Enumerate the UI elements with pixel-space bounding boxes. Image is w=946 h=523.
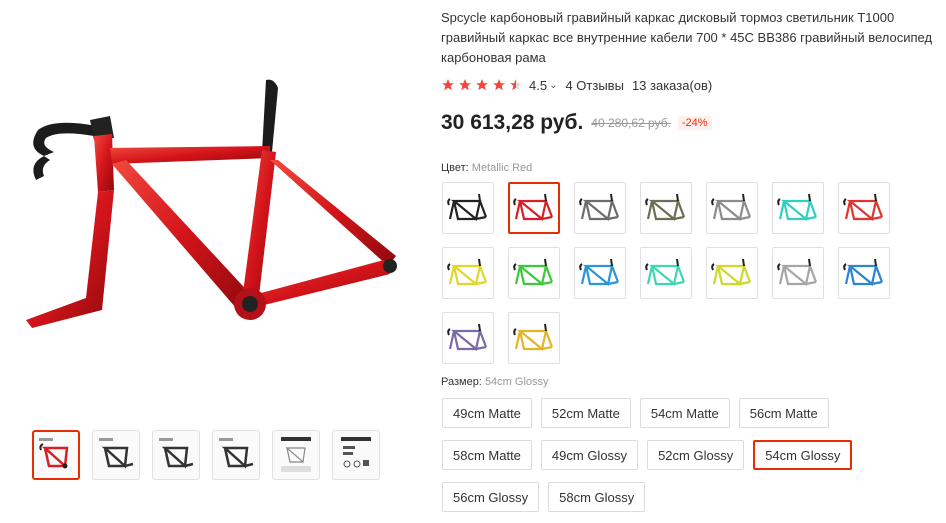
star-icon	[493, 79, 505, 91]
thumbnail-black-frame-1[interactable]	[92, 430, 140, 480]
color-swatch-black[interactable]	[442, 182, 494, 234]
color-swatch-green[interactable]	[508, 247, 560, 299]
color-swatch-blue[interactable]	[574, 247, 626, 299]
frame-icon	[513, 323, 554, 351]
frame-icon	[711, 258, 752, 286]
frame-icon	[447, 323, 488, 351]
color-swatch-turquoise[interactable]	[772, 182, 824, 234]
frame-icon	[447, 258, 488, 286]
color-label: Цвет: Metallic Red	[441, 162, 532, 174]
frame-icon	[579, 258, 620, 286]
color-swatch-yellow[interactable]	[442, 247, 494, 299]
size-option-56cm-matte[interactable]: 56cm Matte	[738, 398, 829, 428]
half-star-icon	[510, 79, 522, 91]
frame-icon	[447, 193, 488, 221]
size-option-52cm-glossy[interactable]: 52cm Glossy	[647, 440, 745, 470]
size-label-text: Размер:	[441, 376, 482, 388]
current-price: 30 613,28 руб.	[441, 111, 584, 134]
size-option-52cm-matte[interactable]: 52cm Matte	[540, 398, 631, 428]
black-frame-icon	[219, 438, 254, 469]
red-frame-icon	[39, 438, 69, 469]
frame-icon	[513, 258, 554, 286]
product-info: Spcycle карбоновый гравийный каркас диск…	[441, 8, 941, 136]
frame-icon	[777, 193, 818, 221]
rating-stars	[441, 78, 523, 92]
main-product-image[interactable]	[14, 60, 408, 360]
color-label-text: Цвет:	[441, 162, 469, 174]
geometry-doc-icon	[281, 437, 311, 472]
size-option-54cm-glossy[interactable]: 54cm Glossy	[753, 440, 853, 470]
chevron-down-icon[interactable]: ⌄	[549, 80, 557, 91]
star-icon	[476, 79, 488, 91]
color-swatch-sky-blue[interactable]	[838, 247, 890, 299]
black-frame-icon	[99, 438, 134, 469]
frame-icon	[843, 193, 884, 221]
product-title: Spcycle карбоновый гравийный каркас диск…	[441, 10, 933, 65]
size-option-49cm-matte[interactable]: 49cm Matte	[442, 398, 532, 428]
frame-icon	[579, 193, 620, 221]
color-swatch-silver[interactable]	[706, 182, 758, 234]
color-swatches	[442, 182, 902, 364]
thumbnail-accessories-sheet[interactable]	[332, 430, 380, 480]
discount-badge: -24%	[677, 116, 712, 130]
frame-icon	[513, 193, 554, 221]
thumbnail-red-frame[interactable]	[32, 430, 80, 480]
color-swatch-purple[interactable]	[442, 312, 494, 364]
color-swatch-gray[interactable]	[574, 182, 626, 234]
price-row: 30 613,28 руб. 40 280,62 руб. -24%	[441, 110, 941, 136]
size-option-49cm-glossy[interactable]: 49cm Glossy	[540, 440, 639, 470]
old-price: 40 280,62 руб.	[591, 116, 671, 130]
color-swatch-gold[interactable]	[508, 312, 560, 364]
size-option-58cm-glossy[interactable]: 58cm Glossy	[548, 482, 646, 512]
rating-row: 4.5 ⌄ 4 Отзывы 13 заказа(ов)	[441, 76, 941, 94]
size-option-56cm-glossy[interactable]: 56cm Glossy	[442, 482, 540, 512]
thumbnail-geometry-sheet[interactable]	[272, 430, 320, 480]
color-swatch-light-gray[interactable]	[772, 247, 824, 299]
color-swatch-olive[interactable]	[640, 182, 692, 234]
reviews-link[interactable]: 4 Отзывы	[565, 78, 623, 93]
frame-icon	[777, 258, 818, 286]
color-swatch-mint[interactable]	[640, 247, 692, 299]
star-icon	[459, 79, 471, 91]
thumbnail-strip	[32, 430, 380, 480]
color-swatch-lime[interactable]	[706, 247, 758, 299]
size-option-54cm-matte[interactable]: 54cm Matte	[639, 398, 730, 428]
star-icon	[442, 79, 454, 91]
bike-frame-illustration	[26, 79, 397, 328]
orders-count: 13 заказа(ов)	[631, 77, 713, 93]
size-option-58cm-matte[interactable]: 58cm Matte	[442, 440, 532, 470]
color-selected-value: Metallic Red	[471, 162, 533, 174]
frame-icon	[645, 193, 686, 221]
frame-icon	[843, 258, 884, 286]
thumbnail-black-frame-2[interactable]	[152, 430, 200, 480]
accessories-doc-icon	[341, 437, 371, 468]
frame-icon	[711, 193, 752, 221]
size-selected-value: 54cm Glossy	[484, 376, 549, 388]
rating-value[interactable]: 4.5	[529, 78, 547, 93]
size-label: Размер: 54cm Glossy	[441, 376, 549, 388]
black-frame-icon	[159, 438, 194, 469]
color-swatch-metallic-red[interactable]	[508, 182, 560, 234]
size-options: 49cm Matte 52cm Matte 54cm Matte 56cm Matte…	[442, 398, 902, 512]
thumbnail-black-frame-3[interactable]	[212, 430, 260, 480]
frame-icon	[645, 258, 686, 286]
color-swatch-red[interactable]	[838, 182, 890, 234]
